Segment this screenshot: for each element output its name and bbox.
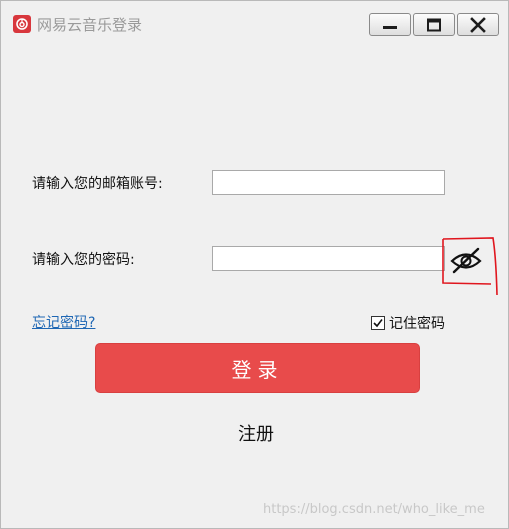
- email-label: 请输入您的邮箱账号:: [32, 176, 163, 192]
- forgot-password-link[interactable]: 忘记密码?: [32, 314, 95, 332]
- toggle-password-visibility-button[interactable]: [441, 237, 499, 297]
- register-link[interactable]: 注册: [238, 424, 274, 446]
- minimize-button[interactable]: [369, 13, 411, 36]
- watermark-text: https://blog.csdn.net/who_like_me: [263, 502, 485, 517]
- title-bar[interactable]: 网易云音乐登录: [1, 1, 508, 41]
- window-title: 网易云音乐登录: [37, 16, 143, 34]
- remember-password-option[interactable]: 记住密码: [371, 313, 445, 333]
- app-logo-icon: [13, 15, 31, 33]
- password-field[interactable]: [212, 246, 445, 271]
- close-button[interactable]: [457, 13, 499, 36]
- checkmark-icon: [373, 319, 383, 328]
- eye-slash-icon: [450, 247, 482, 274]
- login-button[interactable]: 登录: [95, 343, 420, 393]
- password-label: 请输入您的密码:: [32, 252, 135, 268]
- maximize-icon: [427, 18, 441, 31]
- minimize-icon: [383, 25, 397, 29]
- email-field[interactable]: [212, 170, 445, 195]
- remember-password-checkbox[interactable]: [371, 316, 385, 330]
- maximize-button[interactable]: [413, 13, 455, 36]
- close-icon: [470, 16, 486, 33]
- login-window: 网易云音乐登录 请输入您的邮箱账号: 请输入您的密码: 忘记密码? 记住密码 登…: [0, 0, 509, 529]
- remember-password-label: 记住密码: [389, 316, 445, 332]
